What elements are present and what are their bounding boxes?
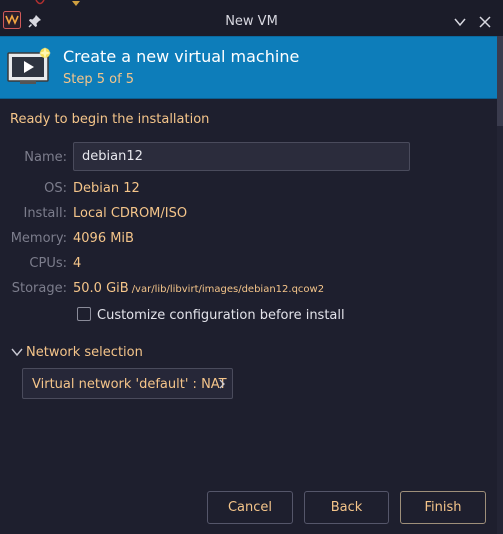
wizard-step: Step 5 of 5 [63, 72, 135, 87]
back-button[interactable]: Back [304, 491, 389, 524]
chevron-right-icon [219, 379, 225, 389]
background-window-peek [35, 0, 80, 6]
network-source-dropdown[interactable]: Virtual network 'default' : NAT [22, 368, 233, 399]
install-value: Local CDROM/ISO [73, 206, 188, 221]
cpus-value: 4 [73, 256, 82, 271]
name-label: Name: [24, 150, 67, 165]
chevron-down-icon [11, 348, 23, 357]
storage-path: /var/lib/libvirt/images/debian12.qcow2 [131, 284, 325, 295]
chevron-down-icon[interactable] [452, 14, 468, 30]
wizard-title: Create a new virtual machine [63, 47, 300, 66]
finish-button[interactable]: Finish [400, 491, 486, 524]
network-selection-label: Network selection [26, 345, 143, 360]
window-title: New VM [225, 14, 278, 29]
scrollbar-thumb[interactable] [497, 36, 503, 126]
wizard-header: Create a new virtual machine Step 5 of 5 [0, 36, 497, 99]
storage-label: Storage: [11, 281, 67, 296]
storage-size: 50.0 GiB [73, 281, 129, 296]
memory-label: Memory: [10, 231, 67, 246]
vm-screen-icon [7, 47, 51, 84]
storage-value: 50.0 GiB/var/lib/libvirt/images/debian12… [73, 281, 324, 296]
install-label: Install: [23, 206, 67, 221]
cancel-button[interactable]: Cancel [207, 491, 293, 524]
title-bar: New VM [0, 0, 503, 36]
network-source-value: Virtual network 'default' : NAT [32, 377, 227, 392]
name-input[interactable] [73, 142, 410, 171]
close-icon[interactable] [477, 14, 493, 30]
os-label: OS: [44, 181, 67, 196]
new-vm-window: New VM Create a new virtual machine Step… [0, 0, 503, 534]
customize-checkbox[interactable] [77, 307, 91, 321]
os-value: Debian 12 [73, 181, 140, 196]
customize-checkbox-label[interactable]: Customize configuration before install [97, 308, 345, 323]
cpus-label: CPUs: [29, 256, 67, 271]
memory-value: 4096 MiB [73, 231, 134, 246]
ready-message: Ready to begin the installation [10, 112, 210, 127]
